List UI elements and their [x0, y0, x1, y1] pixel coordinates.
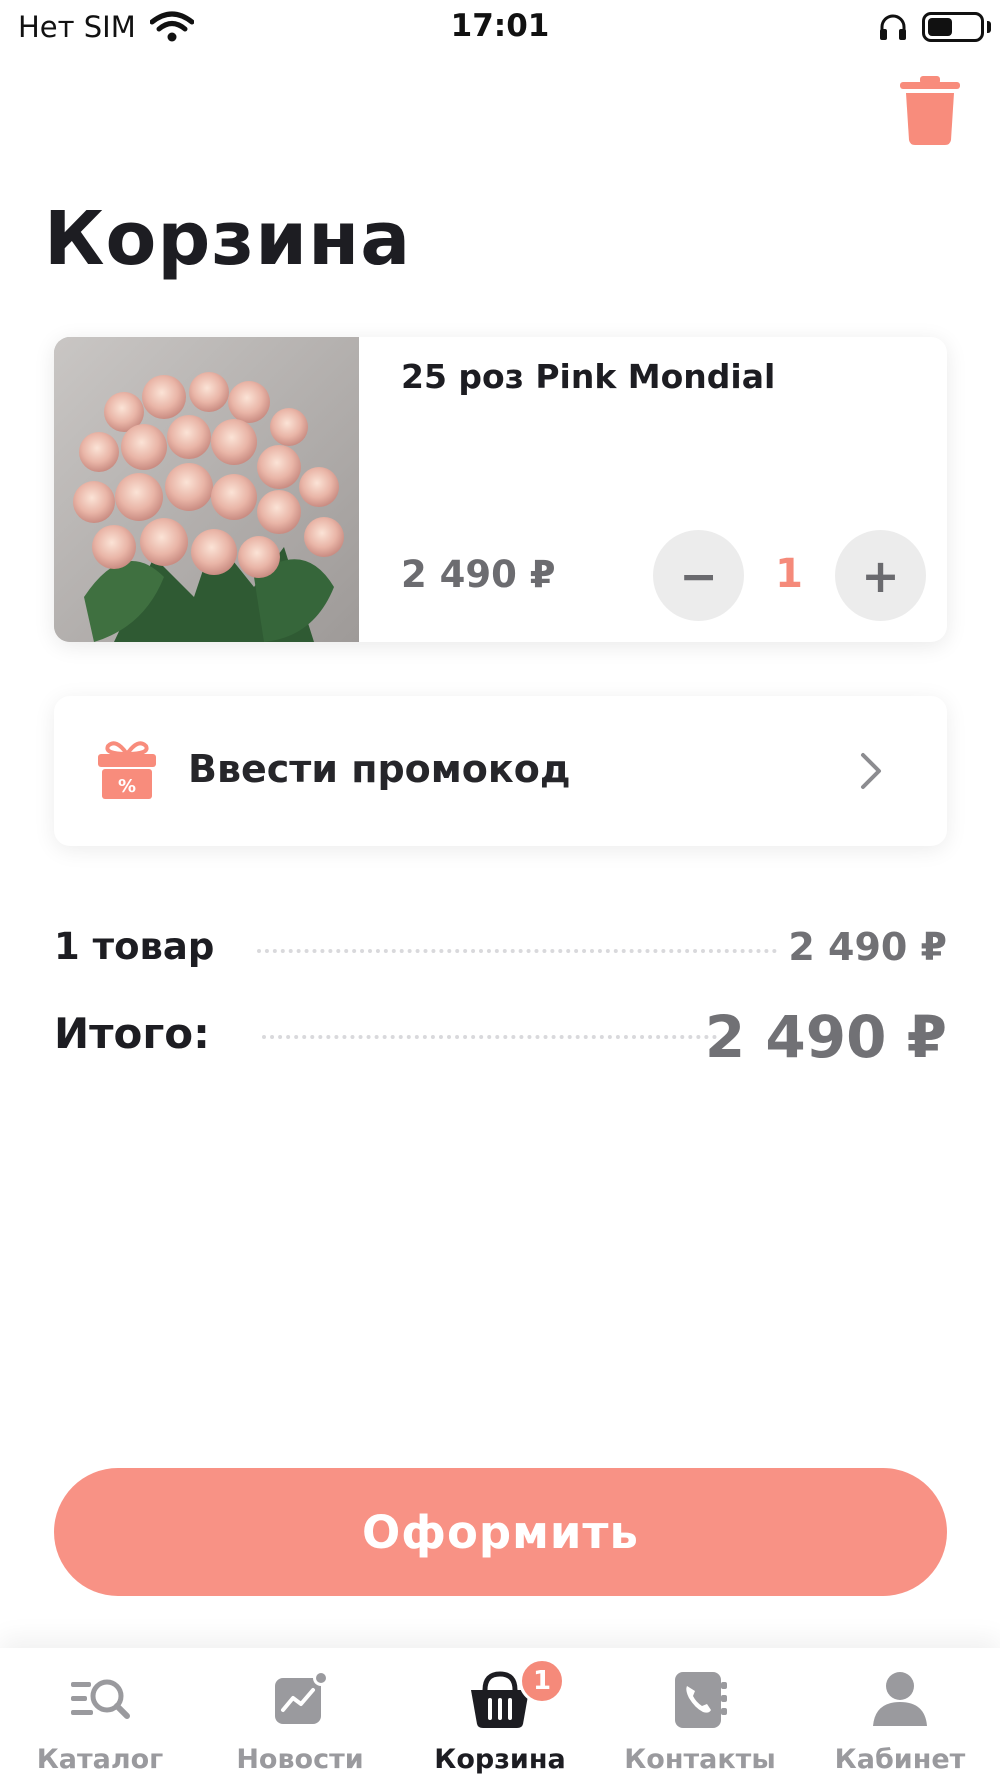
battery-cap — [987, 21, 991, 33]
tab-label: Контакты — [624, 1744, 776, 1775]
product-image[interactable] — [54, 337, 359, 642]
status-bar: Нет SIM 17:01 — [0, 0, 1000, 56]
cart-count-badge: 1 — [519, 1658, 565, 1704]
promo-code-row[interactable]: % Ввести промокод — [54, 696, 947, 846]
user-icon — [873, 1672, 927, 1726]
product-price: 2 490 ₽ — [401, 553, 556, 596]
tab-label: Новости — [236, 1744, 364, 1775]
chevron-right-icon — [861, 753, 881, 789]
trash-icon[interactable] — [898, 74, 962, 146]
quantity-decrease-button[interactable]: − — [653, 530, 744, 621]
battery-level — [928, 18, 952, 36]
quantity-value: 1 — [775, 551, 803, 597]
cart-screen: Нет SIM 17:01 Корзина 25 роз Pink Mondia… — [0, 0, 1000, 1778]
roses-bouquet-image — [54, 337, 359, 642]
dotted-leader — [262, 1035, 717, 1039]
total-value: 2 490 ₽ — [704, 1003, 947, 1071]
total-label: Итого: — [54, 1009, 210, 1058]
quantity-increase-button[interactable]: + — [835, 530, 926, 621]
items-count-label: 1 товар — [54, 925, 215, 968]
gift-percent-icon: % — [98, 741, 156, 799]
promo-code-label: Ввести промокод — [188, 747, 571, 791]
tab-label: Каталог — [36, 1744, 164, 1775]
tab-cart[interactable]: Корзина — [400, 1648, 600, 1778]
product-name[interactable]: 25 роз Pink Mondial — [401, 357, 775, 396]
tab-account[interactable]: Кабинет — [800, 1648, 1000, 1778]
headphones-icon — [880, 14, 906, 40]
checkout-button[interactable]: Оформить — [54, 1468, 947, 1596]
dotted-leader — [257, 949, 777, 953]
total-summary-row: Итого: 2 490 ₽ — [54, 1003, 947, 1071]
items-summary-row: 1 товар 2 490 ₽ — [54, 925, 947, 985]
news-chart-icon — [275, 1670, 329, 1724]
battery-icon — [922, 12, 984, 42]
tab-news[interactable]: Новости — [200, 1648, 400, 1778]
tab-label: Корзина — [434, 1744, 566, 1775]
tab-catalog[interactable]: Каталог — [0, 1648, 200, 1778]
cart-item-card[interactable]: 25 роз Pink Mondial 2 490 ₽ − 1 + — [54, 337, 947, 642]
contacts-phone-icon — [675, 1672, 727, 1728]
svg-text:%: % — [118, 776, 136, 797]
clock: 17:01 — [450, 8, 550, 44]
tab-contacts[interactable]: Контакты — [600, 1648, 800, 1778]
items-subtotal: 2 490 ₽ — [788, 925, 947, 969]
page-title: Корзина — [44, 196, 412, 282]
tab-bar: Каталог Новости Корзина 1 Контакты Кабин… — [0, 1648, 1000, 1778]
catalog-search-icon — [71, 1679, 130, 1719]
tab-label: Кабинет — [834, 1744, 966, 1775]
